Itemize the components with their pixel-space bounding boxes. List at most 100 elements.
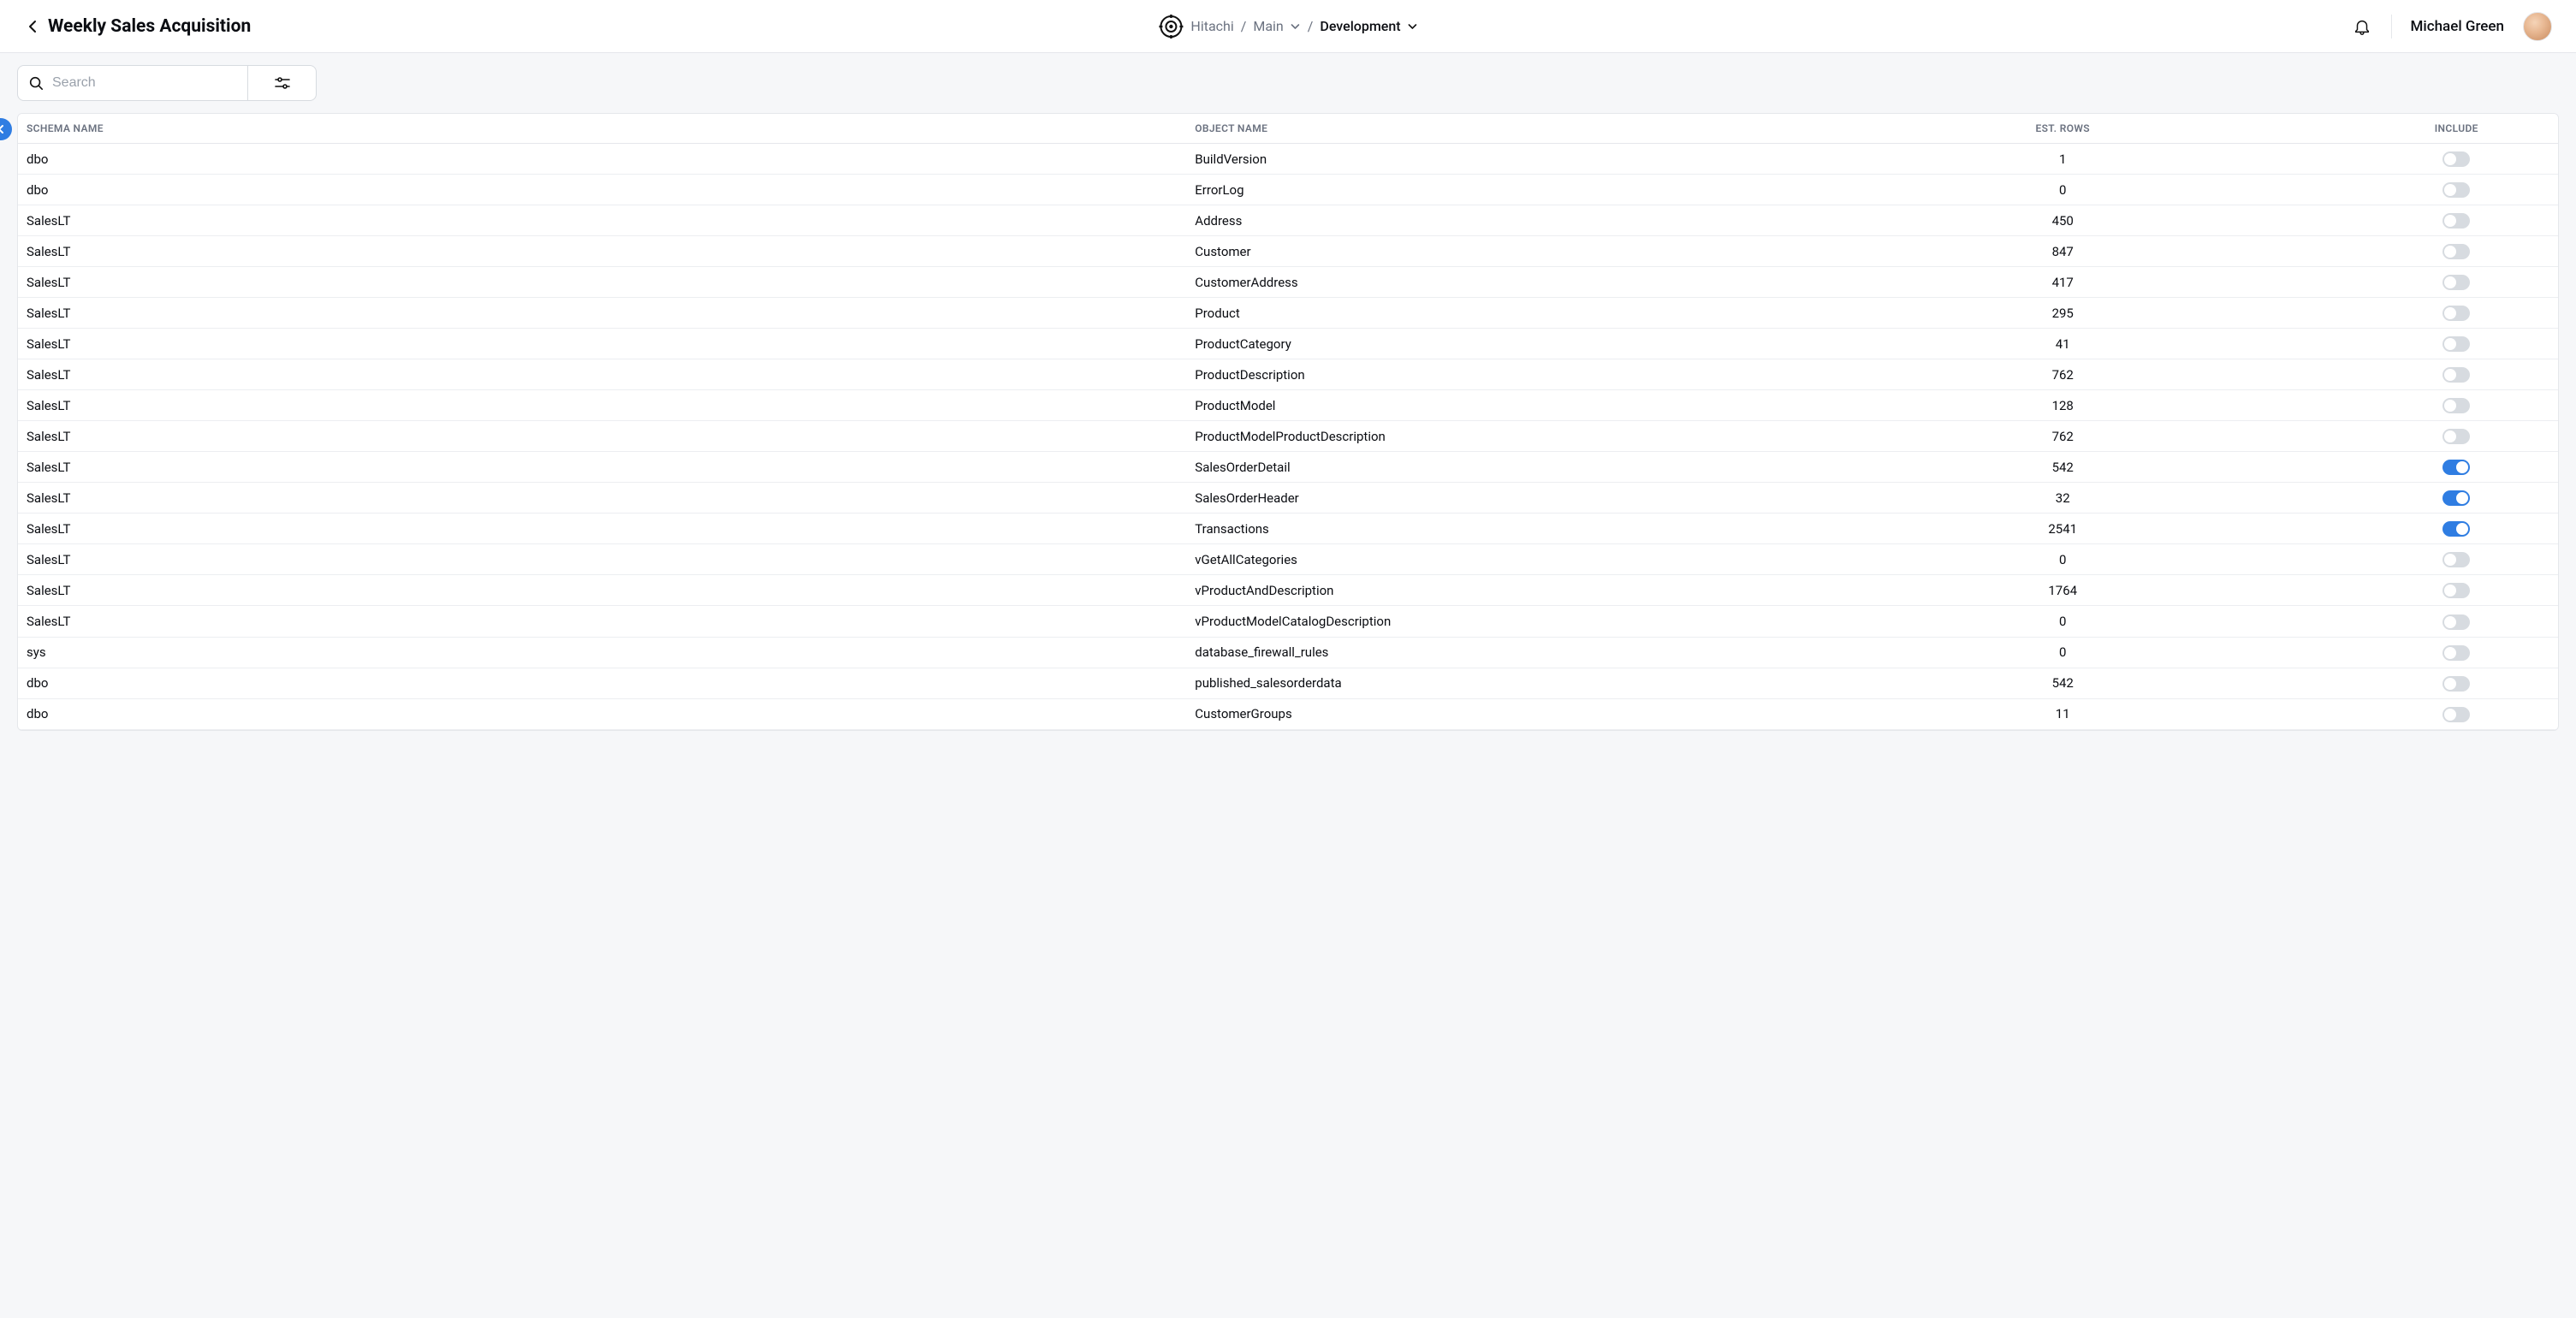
sliders-icon [275, 77, 290, 89]
table-row[interactable]: SalesLTProductModelProductDescription762 [18, 421, 2558, 452]
cell-include [2355, 421, 2558, 452]
cell-object: CustomerGroups [1186, 698, 1771, 729]
include-toggle[interactable] [2442, 645, 2470, 661]
column-header-include[interactable]: Include [2355, 114, 2558, 144]
cell-include [2355, 236, 2558, 267]
app-header: Weekly Sales Acquisition Hitachi / Main … [0, 0, 2576, 53]
cell-include [2355, 205, 2558, 236]
cell-include [2355, 514, 2558, 544]
cell-include [2355, 175, 2558, 205]
include-toggle[interactable] [2442, 676, 2470, 692]
cell-est-rows: 41 [1771, 329, 2355, 359]
column-header-object[interactable]: Object Name [1186, 114, 1771, 144]
include-toggle[interactable] [2442, 490, 2470, 506]
search-icon [28, 75, 44, 91]
cell-schema: SalesLT [18, 544, 1186, 575]
avatar[interactable] [2523, 12, 2552, 41]
include-toggle[interactable] [2442, 151, 2470, 167]
cell-est-rows: 450 [1771, 205, 2355, 236]
table-row[interactable]: SalesLTProductModel128 [18, 390, 2558, 421]
cell-schema: SalesLT [18, 236, 1186, 267]
column-header-est-rows[interactable]: Est. Rows [1771, 114, 2355, 144]
cell-object: ProductCategory [1186, 329, 1771, 359]
table-row[interactable]: dboBuildVersion1 [18, 144, 2558, 175]
cell-est-rows: 0 [1771, 606, 2355, 637]
include-toggle[interactable] [2442, 521, 2470, 537]
cell-include [2355, 452, 2558, 483]
table-row[interactable]: SalesLTAddress450 [18, 205, 2558, 236]
breadcrumb-project[interactable]: Main [1253, 18, 1283, 34]
include-toggle[interactable] [2442, 213, 2470, 229]
include-toggle[interactable] [2442, 460, 2470, 475]
cell-include [2355, 329, 2558, 359]
chevron-down-icon[interactable] [1408, 21, 1418, 32]
cell-include [2355, 637, 2558, 668]
table-row[interactable]: SalesLTCustomer847 [18, 236, 2558, 267]
breadcrumb: Hitachi / Main / Development [1158, 14, 1417, 39]
cell-schema: SalesLT [18, 452, 1186, 483]
breadcrumb-org[interactable]: Hitachi [1190, 18, 1233, 34]
include-toggle[interactable] [2442, 367, 2470, 383]
cell-object: ProductDescription [1186, 359, 1771, 390]
filter-button[interactable] [248, 65, 317, 101]
page-title: Weekly Sales Acquisition [48, 16, 251, 37]
cell-object: ProductModel [1186, 390, 1771, 421]
cell-schema: SalesLT [18, 606, 1186, 637]
cell-include [2355, 390, 2558, 421]
table-row[interactable]: SalesLTvProductAndDescription1764 [18, 575, 2558, 606]
cell-schema: SalesLT [18, 390, 1186, 421]
cell-include [2355, 267, 2558, 298]
include-toggle[interactable] [2442, 707, 2470, 722]
table-row[interactable]: SalesLTvGetAllCategories0 [18, 544, 2558, 575]
table-row[interactable]: SalesLTvProductModelCatalogDescription0 [18, 606, 2558, 637]
table-row[interactable]: dboErrorLog0 [18, 175, 2558, 205]
include-toggle[interactable] [2442, 244, 2470, 259]
include-toggle[interactable] [2442, 614, 2470, 630]
table-row[interactable]: SalesLTTransactions2541 [18, 514, 2558, 544]
include-toggle[interactable] [2442, 182, 2470, 198]
objects-table: Schema Name Object Name Est. Rows Includ… [17, 113, 2559, 731]
cell-object: Customer [1186, 236, 1771, 267]
table-row[interactable]: SalesLTProductCategory41 [18, 329, 2558, 359]
search-box[interactable] [17, 65, 248, 101]
back-button[interactable] [24, 18, 41, 35]
cell-schema: SalesLT [18, 359, 1186, 390]
collapse-drawer-button[interactable] [0, 118, 12, 140]
include-toggle[interactable] [2442, 583, 2470, 598]
table-row[interactable]: SalesLTCustomerAddress417 [18, 267, 2558, 298]
cell-schema: SalesLT [18, 514, 1186, 544]
cell-object: vGetAllCategories [1186, 544, 1771, 575]
cell-object: SalesOrderHeader [1186, 483, 1771, 514]
table-row[interactable]: dboCustomerGroups11 [18, 698, 2558, 729]
chevron-down-icon[interactable] [1291, 21, 1301, 32]
include-toggle[interactable] [2442, 306, 2470, 321]
breadcrumb-sep: / [1308, 18, 1314, 34]
cell-include [2355, 359, 2558, 390]
include-toggle[interactable] [2442, 552, 2470, 567]
cell-schema: SalesLT [18, 575, 1186, 606]
notifications-button[interactable] [2352, 16, 2372, 37]
cell-object: vProductAndDescription [1186, 575, 1771, 606]
include-toggle[interactable] [2442, 336, 2470, 352]
cell-object: SalesOrderDetail [1186, 452, 1771, 483]
breadcrumb-env[interactable]: Development [1320, 18, 1400, 34]
table-row[interactable]: dbopublished_salesorderdata542 [18, 668, 2558, 698]
include-toggle[interactable] [2442, 429, 2470, 444]
user-name[interactable]: Michael Green [2411, 18, 2504, 35]
cell-est-rows: 542 [1771, 452, 2355, 483]
include-toggle[interactable] [2442, 275, 2470, 290]
cell-object: Address [1186, 205, 1771, 236]
include-toggle[interactable] [2442, 398, 2470, 413]
cell-include [2355, 668, 2558, 698]
table-row[interactable]: SalesLTProduct295 [18, 298, 2558, 329]
cell-est-rows: 1 [1771, 144, 2355, 175]
cell-schema: dbo [18, 668, 1186, 698]
column-header-schema[interactable]: Schema Name [18, 114, 1186, 144]
search-input[interactable] [52, 75, 237, 91]
table-row[interactable]: sysdatabase_firewall_rules0 [18, 637, 2558, 668]
table-row[interactable]: SalesLTSalesOrderDetail542 [18, 452, 2558, 483]
cell-schema: SalesLT [18, 329, 1186, 359]
table-row[interactable]: SalesLTProductDescription762 [18, 359, 2558, 390]
cell-include [2355, 698, 2558, 729]
table-row[interactable]: SalesLTSalesOrderHeader32 [18, 483, 2558, 514]
